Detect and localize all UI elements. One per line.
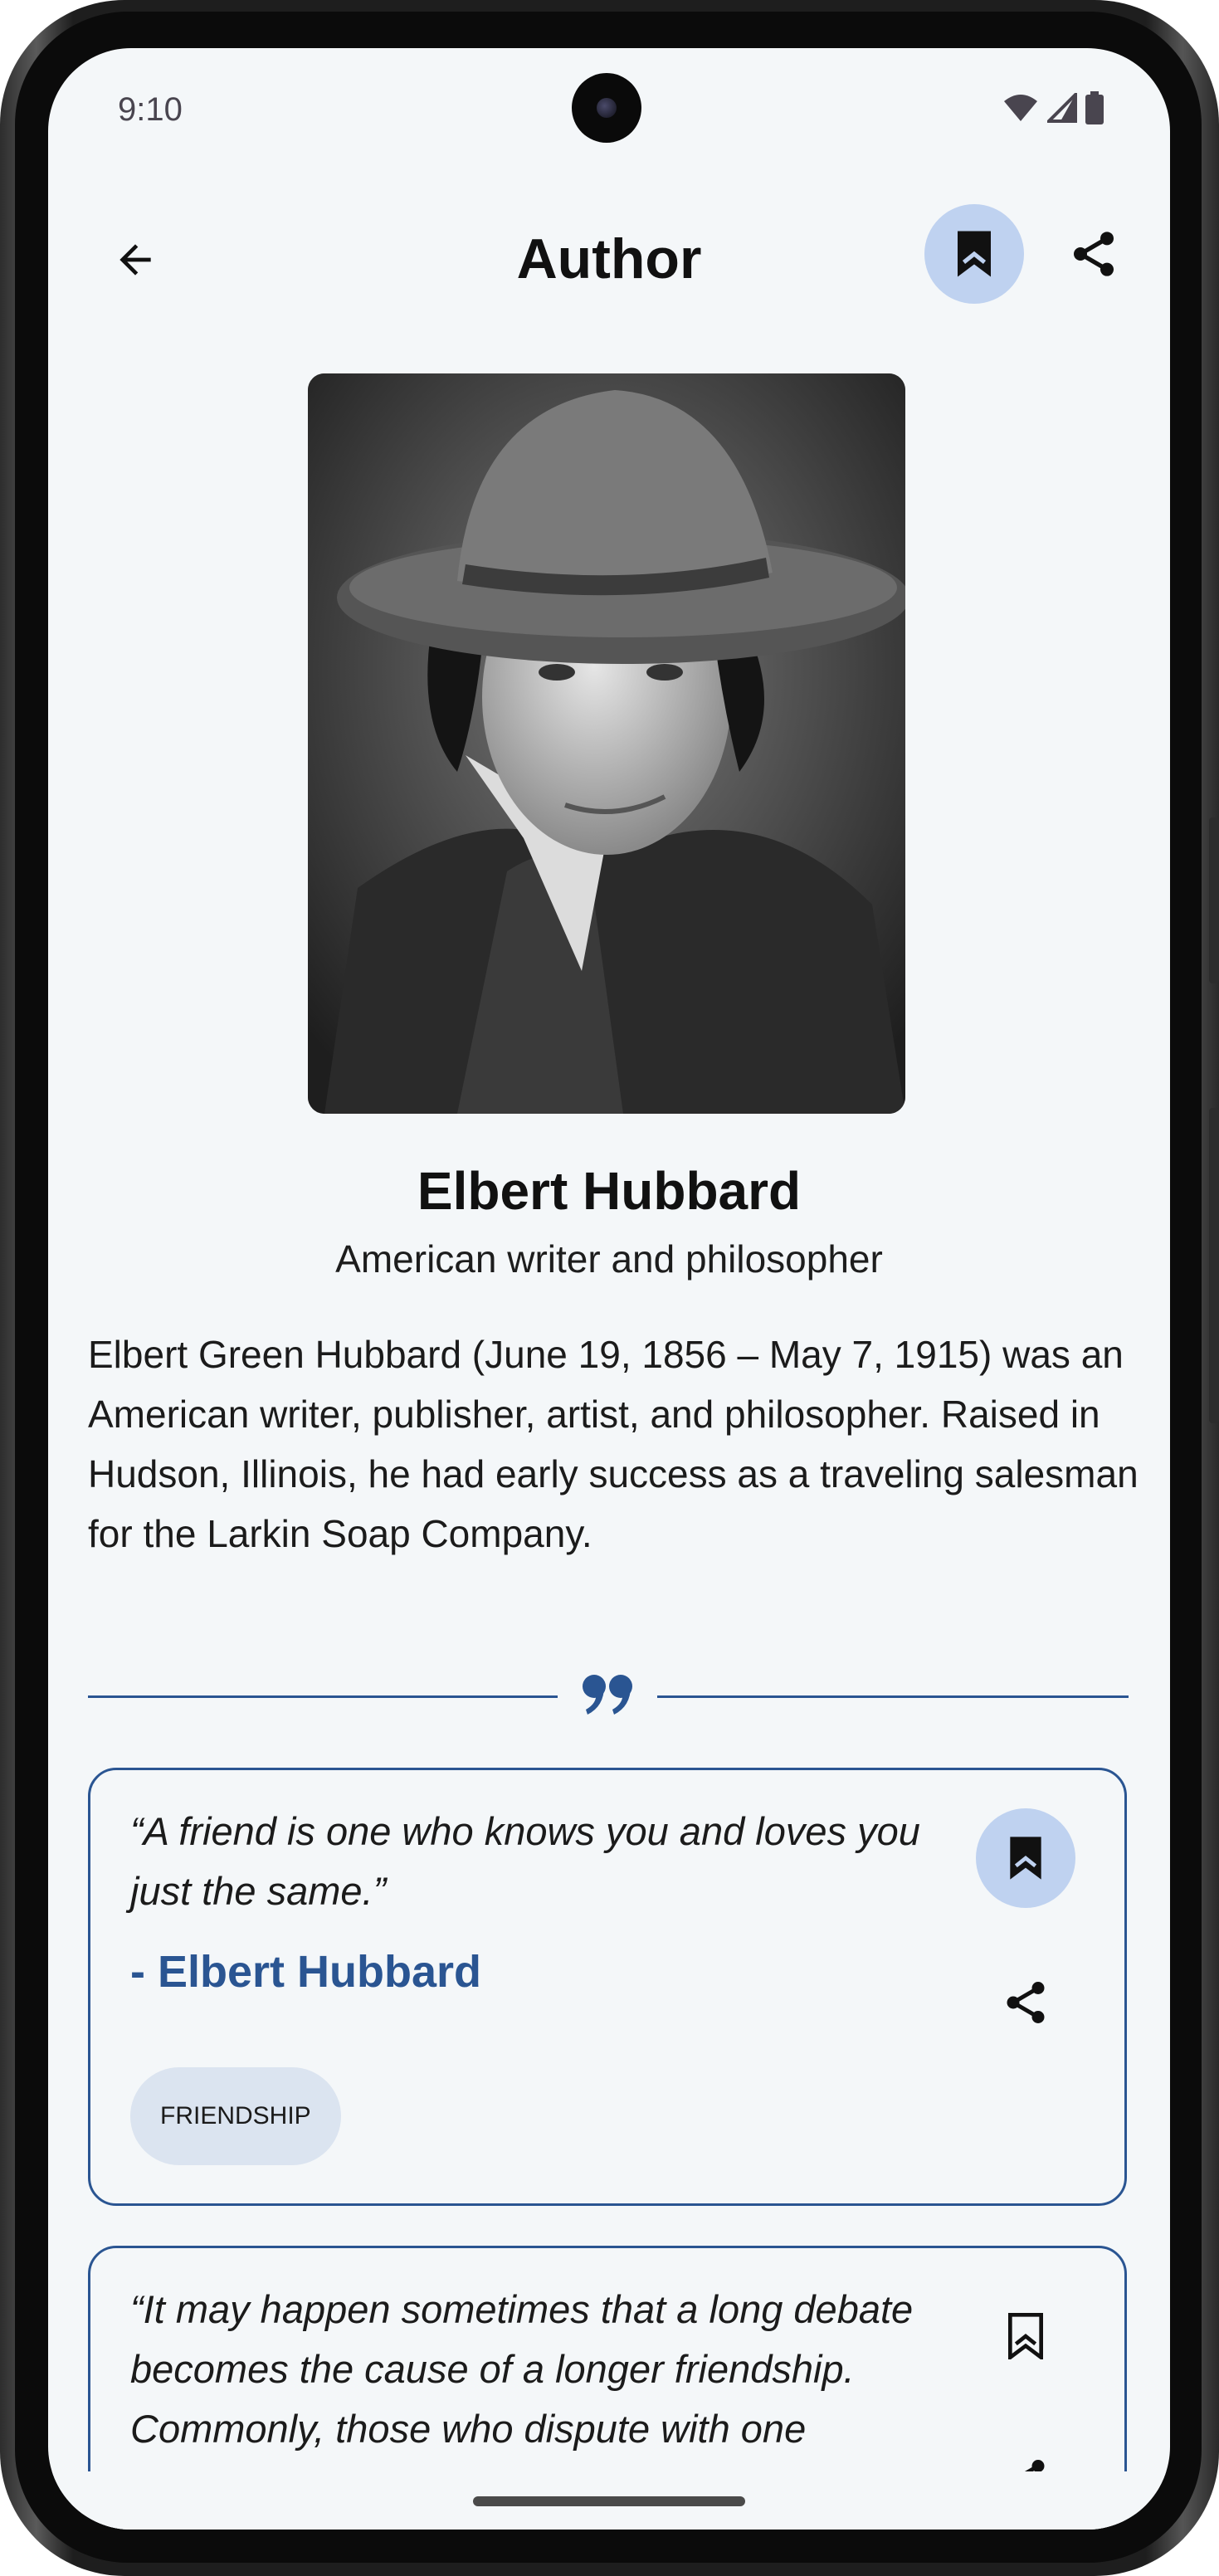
- format-quote-icon: [583, 1675, 632, 1715]
- divider-left: [88, 1695, 558, 1698]
- quote-card[interactable]: “A friend is one who knows you and loves…: [88, 1768, 1127, 2206]
- battery-icon: [1085, 91, 1104, 124]
- bookmark-filled-icon: [958, 231, 991, 277]
- author-bio: Elbert Green Hubbard (June 19, 1856 – Ma…: [88, 1333, 1139, 1555]
- front-camera: [572, 73, 641, 143]
- home-gesture-bar[interactable]: [473, 2496, 745, 2506]
- author-portrait: [308, 373, 905, 1114]
- screen: 9:10 Author Elbert Hubbard American writ…: [48, 48, 1170, 2530]
- power-button: [1209, 817, 1219, 983]
- share-quote-button[interactable]: [984, 1961, 1067, 2044]
- volume-button: [1209, 1108, 1219, 1423]
- share-icon: [1074, 232, 1114, 276]
- bookmark-author-button[interactable]: [924, 204, 1024, 304]
- divider-right: [657, 1695, 1129, 1698]
- bookmark-quote-button[interactable]: [976, 2286, 1075, 2386]
- status-time: 9:10: [118, 91, 183, 128]
- tag-chip[interactable]: FRIENDSHIP: [130, 2067, 341, 2165]
- status-icons: [1002, 91, 1104, 124]
- cellular-signal-icon: [1047, 93, 1077, 123]
- share-button[interactable]: [1052, 212, 1135, 295]
- bookmark-quote-button[interactable]: [976, 1808, 1075, 1908]
- phone-frame: 9:10 Author Elbert Hubbard American writ…: [0, 0, 1219, 2576]
- author-name: Elbert Hubbard: [417, 1161, 802, 1221]
- quote-text: “A friend is one who knows you and loves…: [130, 1809, 920, 1913]
- quote-author[interactable]: - Elbert Hubbard: [130, 1946, 481, 1998]
- share-icon: [1007, 1982, 1045, 2023]
- author-subtitle: American writer and philosopher: [335, 1237, 883, 1281]
- bookmark-outline-icon: [1008, 2313, 1043, 2359]
- bookmark-filled-icon: [1010, 1837, 1041, 1880]
- wifi-icon: [1004, 95, 1037, 121]
